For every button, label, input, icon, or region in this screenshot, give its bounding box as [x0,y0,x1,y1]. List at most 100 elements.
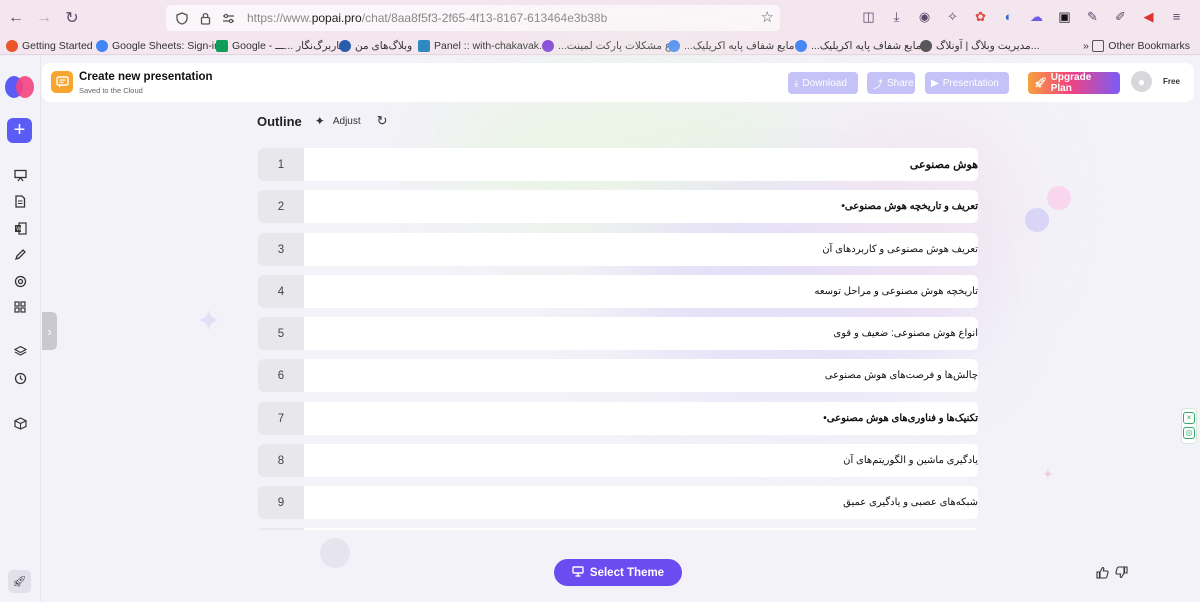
outline-row[interactable]: 2 تعریف و تاریخچه هوش مصنوعی • [258,190,978,223]
chat-bubble-icon [51,71,73,93]
reload-icon[interactable]: ↻ [58,4,86,32]
account-icon[interactable]: ◉ [916,8,933,25]
package-icon[interactable] [12,415,28,431]
google-icon [96,39,108,52]
download-icon[interactable]: ⤓ [888,8,905,25]
header: Create new presentation Saved to the Clo… [42,63,1194,102]
adjust-button[interactable]: Adjust [333,116,361,127]
address-bar[interactable]: https://www.popai.pro/chat/8aa8f5f3-2f65… [166,5,780,31]
outline-row[interactable]: 3 تعریف هوش مصنوعی و کاربردهای آن [258,233,978,266]
row-text[interactable]: تعریف و تاریخچه هوش مصنوعی • [304,190,978,223]
apps-grid-icon[interactable] [12,299,28,315]
row-number: 5 [258,317,304,350]
row-number: 2 [258,190,304,223]
download-button[interactable]: ⤓ Download [788,72,858,94]
other-bookmarks[interactable]: Other Bookmarks [1092,36,1190,55]
menu-icon[interactable]: ≡ [1168,8,1185,25]
app-area: ✦ ✦ + W 🚀︎ › Create new presentation Sav… [0,56,1200,602]
row-text[interactable]: انواع هوش مصنوعی: ضعیف و قوی [304,317,978,350]
globe-icon [920,39,932,52]
google-icon [668,39,680,52]
avatar[interactable]: ● [1131,71,1152,92]
pocket-icon[interactable]: ◫ [860,8,877,25]
extension-icon[interactable]: ◎ [1183,427,1195,439]
history-icon[interactable] [12,370,28,386]
pen-tool-icon[interactable] [12,246,28,262]
download-icon: ⤓ [794,77,799,89]
outline-row[interactable]: 6 چالش‌ها و فرصت‌های هوش مصنوعی [258,359,978,392]
layers-icon[interactable] [12,343,28,359]
lock-icon[interactable] [195,8,215,28]
bookmark-item[interactable]: Google - کاربرگ‌نگار ...ـــ [216,36,344,55]
magic-sparkle-icon[interactable]: ✦ [315,114,325,128]
outline-row[interactable]: 4 تاریخچه هوش مصنوعی و مراحل توسعه [258,275,978,308]
save-status: Saved to the Cloud [79,86,143,95]
pen-extension-icon[interactable]: ✎ [1084,8,1101,25]
row-number: 4 [258,275,304,308]
row-text[interactable]: هوش مصنوعی [304,148,978,181]
forward-icon[interactable]: → [30,4,58,32]
theme-icon [572,565,584,580]
outline-row[interactable]: 1 هوش مصنوعی [258,148,978,181]
select-theme-button[interactable]: Select Theme [554,559,682,586]
shield-icon[interactable] [172,8,192,28]
document-icon[interactable] [12,193,28,209]
color-extension-icon[interactable]: ✿ [972,8,989,25]
extensions-icon[interactable]: ✧ [944,8,961,25]
thumbs-down-icon[interactable] [1115,566,1128,582]
close-icon[interactable]: × [1183,412,1195,424]
row-text[interactable]: تکنیک‌ها و فناوری‌های هوش مصنوعی • [304,402,978,435]
presentation-icon[interactable] [12,167,28,183]
outline-header: Outline ✦ Adjust ↻ [257,113,388,129]
decorative-bubble [320,538,350,568]
decorative-bubble [1025,208,1049,232]
outline-row[interactable]: 5 انواع هوش مصنوعی: ضعیف و قوی [258,317,978,350]
url-text[interactable]: https://www.popai.pro/chat/8aa8f5f3-2f65… [247,11,607,25]
row-number: 7 [258,402,304,435]
refresh-icon[interactable]: ↻ [377,113,388,129]
permissions-icon[interactable] [218,8,238,28]
sheets-icon [216,39,228,52]
bookmark-star-icon[interactable]: ☆ [761,8,774,26]
bookmarks-bar: Getting Started Google Sheets: Sign-in G… [0,36,1200,55]
bookmark-item[interactable]: Google Sheets: Sign-in [96,36,220,55]
ai-chat-icon[interactable] [12,273,28,289]
outline-row[interactable]: 8 یادگیری ماشین و الگوریتم‌های آن [258,444,978,477]
row-text[interactable]: شبکه‌های عصبی و یادگیری عمیق [304,486,978,519]
outline-row[interactable]: 7 تکنیک‌ها و فناوری‌های هوش مصنوعی • [258,402,978,435]
page-title: Create new presentation [79,71,213,83]
bookmark-item[interactable]: ...مایع شفاف پایه اکریلیک [668,36,794,55]
row-text[interactable]: یادگیری ماشین و الگوریتم‌های آن [304,444,978,477]
bookmark-item[interactable]: وبلاگ‌های من [339,36,412,55]
row-text[interactable]: تعریف هوش مصنوعی و کاربردهای آن [304,233,978,266]
bookmark-item[interactable]: Panel :: with-chakavak... [418,36,548,55]
upgrade-plan-button[interactable]: 🚀︎ Upgrade Plan [1028,72,1120,94]
row-text[interactable]: چالش‌ها و فرصت‌های هوش مصنوعی [304,359,978,392]
bookmarks-overflow-icon[interactable]: » [1083,36,1089,55]
popai-logo[interactable] [5,76,35,98]
row-number: 3 [258,233,304,266]
presentation-button[interactable]: ▶ Presentation [925,72,1009,94]
bookmark-item[interactable]: مدیریت وبلاگ | آونلاگ... [920,36,1040,55]
expand-sidebar-icon[interactable]: › [42,312,57,350]
blog-icon [339,39,351,52]
share-button[interactable]: ⤴ Share [867,72,915,94]
thumbs-up-icon[interactable] [1096,566,1109,582]
chat-extension-icon[interactable]: ▣ [1056,8,1073,25]
outline-row[interactable]: 9 شبکه‌های عصبی و یادگیری عمیق [258,486,978,519]
megaphone-extension-icon[interactable]: ◀ [1140,8,1157,25]
vpn-extension-icon[interactable]: ◐ [1000,8,1017,25]
row-number: 9 [258,486,304,519]
new-chat-button[interactable]: + [7,118,32,143]
sparkle-icon: ✦ [196,305,222,338]
cloud-extension-icon[interactable]: ☁ [1028,8,1045,25]
side-extension-panel[interactable]: × ◎ [1181,408,1197,444]
bookmark-item[interactable]: ...مایع شفاف پایه اکریلیک [795,36,921,55]
row-text[interactable]: تاریخچه هوش مصنوعی و مراحل توسعه [304,275,978,308]
bookmark-item[interactable]: ...ع مشکلات پارکت لمینت [542,36,671,55]
rocket-icon[interactable]: 🚀︎ [8,570,31,593]
back-icon[interactable]: ← [2,4,30,32]
word-doc-icon[interactable]: W [12,220,28,236]
brush-extension-icon[interactable]: ✐ [1112,8,1129,25]
bookmark-item[interactable]: Getting Started [6,36,93,55]
